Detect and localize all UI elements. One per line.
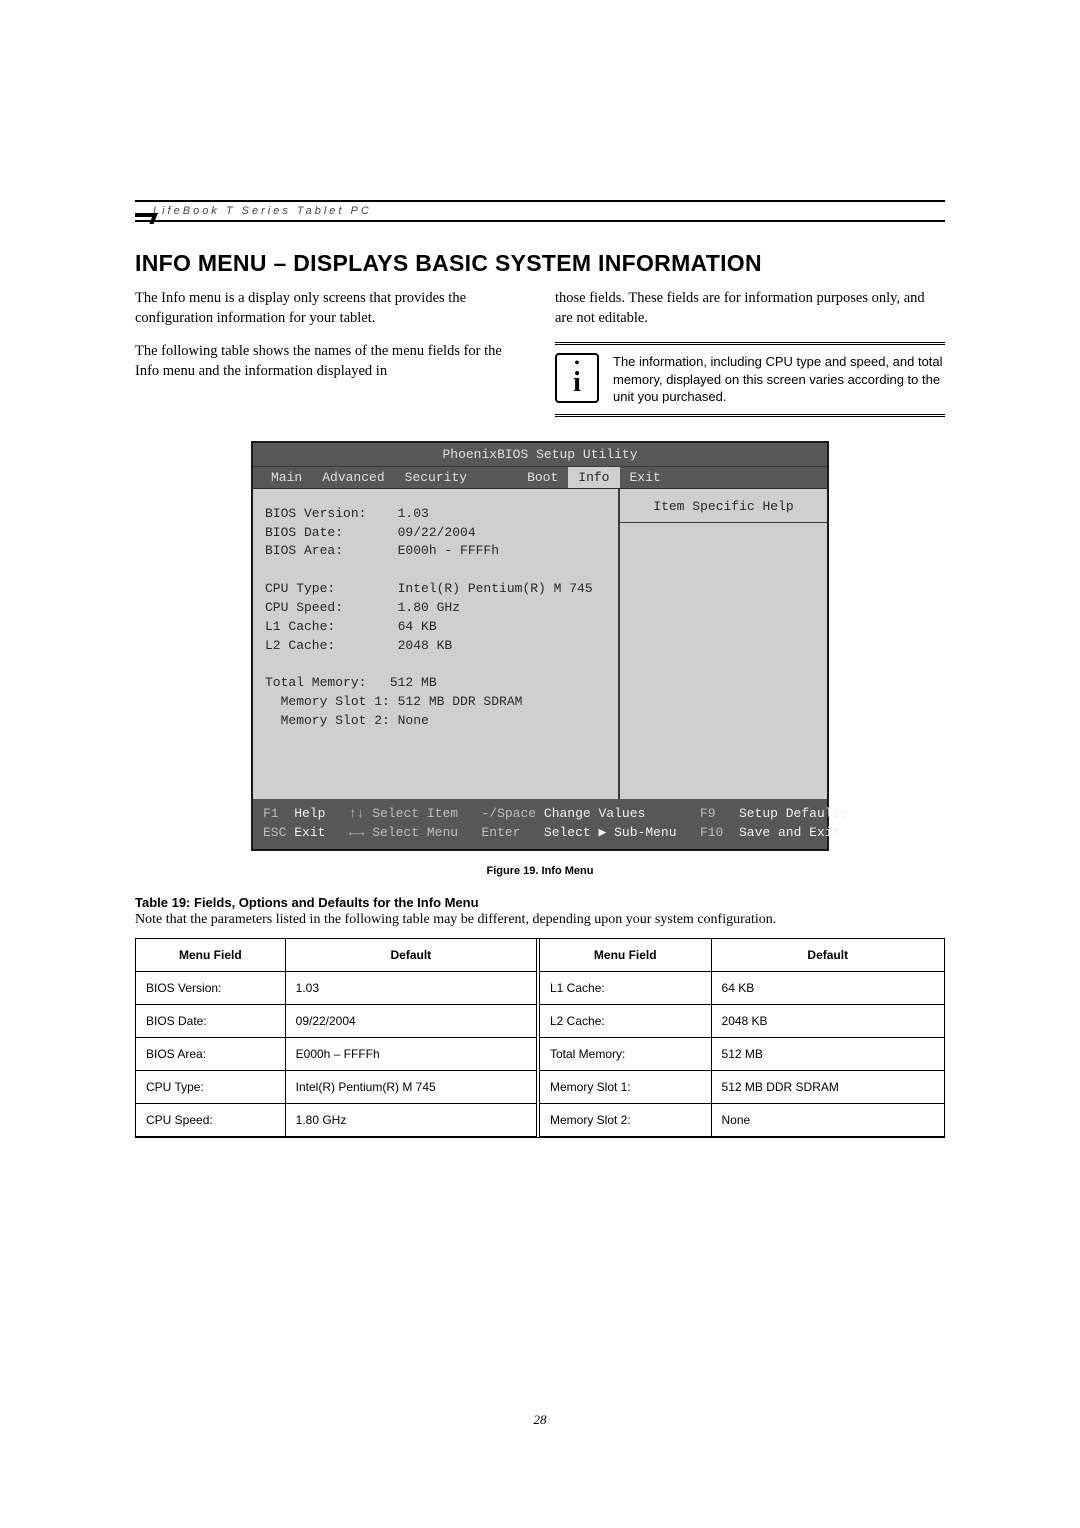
header-band: LifeBook T Series Tablet PC [135,200,945,222]
table-cell: 1.80 GHz [285,1103,538,1136]
table-cell: Memory Slot 2: [540,1103,711,1136]
header-notch-icon [135,200,163,224]
fields-table: Menu Field Default BIOS Version:1.03 BIO… [135,938,945,1138]
table-cell: 64 KB [711,971,944,1004]
page-title: INFO MENU – DISPLAYS BASIC SYSTEM INFORM… [135,250,945,277]
bios-fields: BIOS Version: 1.03 BIOS Date: 09/22/2004… [253,489,618,799]
table-cell: Intel(R) Pentium(R) M 745 [285,1070,538,1103]
table-cell: BIOS Area: [136,1037,285,1070]
bios-help-title: Item Specific Help [626,499,821,514]
table-note: Note that the parameters listed in the f… [135,912,945,928]
table-cell: Memory Slot 1: [540,1070,711,1103]
figure-caption: Figure 19. Info Menu [135,865,945,877]
table-cell: CPU Type: [136,1070,285,1103]
table-cell: CPU Speed: [136,1103,285,1136]
bios-tab-exit: Exit [620,467,671,488]
th-menu-field: Menu Field [136,939,285,972]
table-cell: Total Memory: [540,1037,711,1070]
table-cell: None [711,1103,944,1136]
bios-tab-security: Security [395,467,477,488]
bios-footer: F1 Help ↑↓ Select Item -/Space Change Va… [253,799,827,849]
callout-text: The information, including CPU type and … [613,353,945,406]
table-cell: 512 MB [711,1037,944,1070]
table-cell: L1 Cache: [540,971,711,1004]
table-title: Table 19: Fields, Options and Defaults f… [135,895,945,910]
th-menu-field: Menu Field [540,939,711,972]
bios-tab-main: Main [261,467,312,488]
bios-tab-boot: Boot [517,467,568,488]
table-cell: BIOS Date: [136,1004,285,1037]
table-cell: 09/22/2004 [285,1004,538,1037]
info-callout: i The information, including CPU type an… [555,342,945,417]
table-cell: 512 MB DDR SDRAM [711,1070,944,1103]
bios-screenshot: PhoenixBIOS Setup Utility Main Advanced … [251,441,829,851]
th-default: Default [285,939,538,972]
table-cell: 2048 KB [711,1004,944,1037]
bios-help-panel: Item Specific Help [618,489,827,799]
intro-para-3: those fields. These fields are for infor… [555,289,945,328]
table-cell: BIOS Version: [136,971,285,1004]
product-line: LifeBook T Series Tablet PC [135,202,945,220]
intro-para-2: The following table shows the names of t… [135,342,525,381]
intro-para-1: The Info menu is a display only screens … [135,289,525,328]
bios-tab-info: Info [568,467,619,488]
table-cell: 1.03 [285,971,538,1004]
bios-title: PhoenixBIOS Setup Utility [253,443,827,467]
table-cell: E000h – FFFFh [285,1037,538,1070]
info-icon: i [555,353,599,403]
bios-tab-advanced: Advanced [312,467,394,488]
table-cell: L2 Cache: [540,1004,711,1037]
bios-tab-bar: Main Advanced Security Boot Info Exit [253,467,827,489]
page-number: 28 [0,1412,1080,1428]
th-default: Default [711,939,944,972]
